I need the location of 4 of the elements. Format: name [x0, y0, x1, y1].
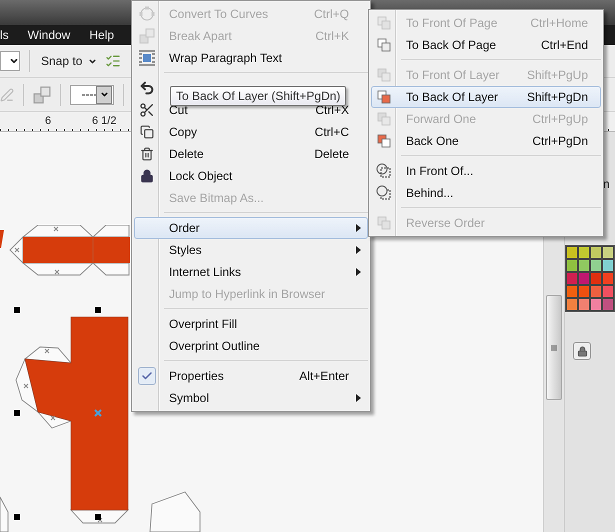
- ruler-label: 6: [45, 115, 52, 127]
- tooltip: To Back Of Layer (Shift+PgDn): [170, 86, 346, 106]
- ruler-label: 6 1/2: [92, 115, 116, 127]
- docker-title: n: [603, 177, 610, 191]
